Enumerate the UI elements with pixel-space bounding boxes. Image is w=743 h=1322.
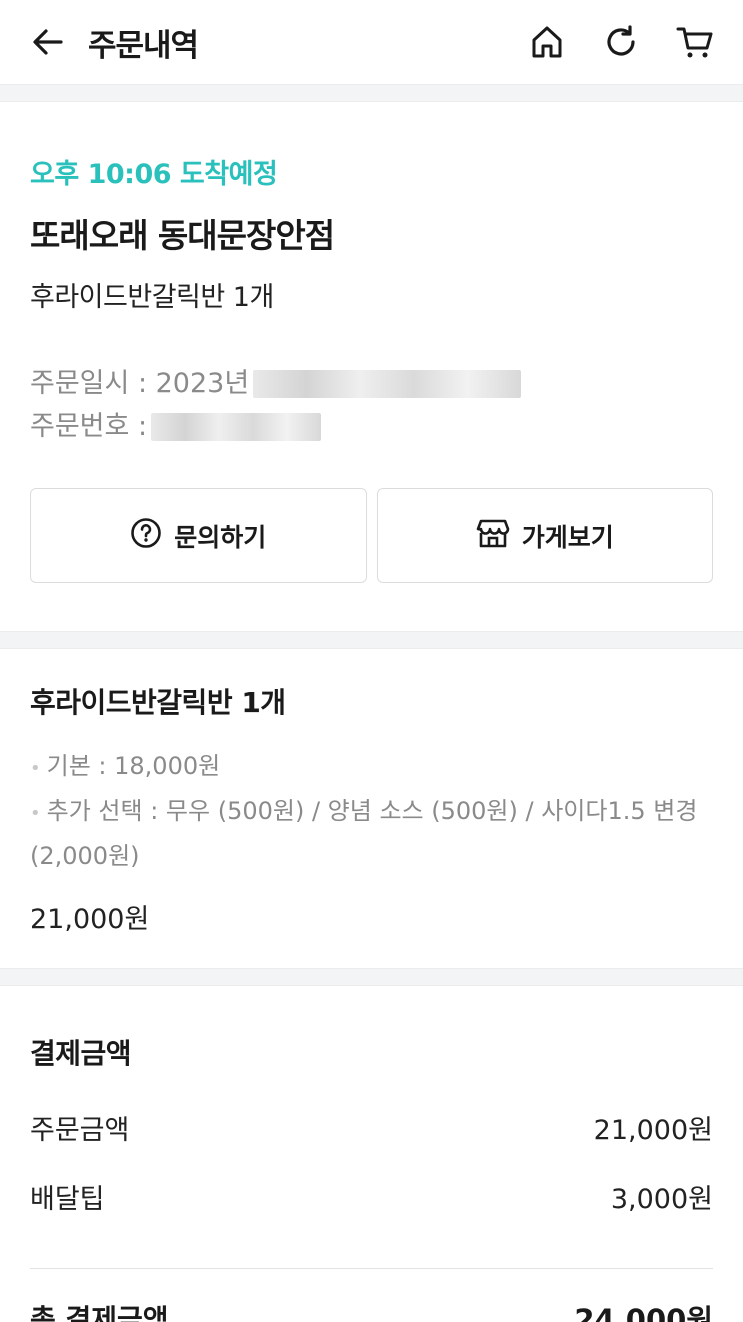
bullet-icon: • [30,758,41,779]
item-options: • 기본 : 18,000원 • 추가 선택 : 무우 (500원) / 양념 소스… [30,745,713,877]
store-icon [476,517,510,555]
eta-text: 오후 10:06 도착예정 [30,159,278,190]
item-base-price: 기본 : 18,000원 [46,752,221,780]
order-meta: 주문일시 : 2023년 주문번호 : [30,362,713,448]
item-detail-section: 후라이드반갈릭반 1개 • 기본 : 18,000원 • 추가 선택 : 무우 (5… [0,649,743,968]
bullet-icon: • [30,803,41,824]
item-name: 후라이드반갈릭반 1개 [30,686,286,719]
payment-row-value: 3,000원 [610,1184,713,1215]
order-date-label: 주문일시 : 2023년 [30,368,250,399]
payment-row-label: 주문금액 [30,1115,130,1146]
redacted-date [253,369,522,398]
payment-title: 결제금액 [30,1037,132,1070]
payment-row: 주문금액 21,000원 [30,1108,713,1147]
payment-row-label: 배달팁 [30,1184,105,1215]
order-summary-text: 후라이드반갈릭반 1개 [30,282,274,313]
question-circle-icon [130,517,162,555]
inquiry-button[interactable]: 문의하기 [30,488,367,583]
section-separator [0,84,743,102]
section-separator [0,631,743,649]
order-summary-section: 오후 10:06 도착예정 또래오래 동대문장안점 후라이드반갈릭반 1개 주문… [0,102,743,631]
total-label: 총 결제금액 [30,1303,169,1322]
payment-section: 결제금액 주문금액 21,000원 배달팁 3,000원 총 결제금액 24,0… [0,986,743,1322]
back-arrow-icon[interactable] [30,24,66,60]
page-title: 주문내역 [88,27,199,64]
refresh-icon[interactable] [601,22,641,62]
home-icon[interactable] [527,22,567,62]
total-amount: 24,000원 [574,1303,713,1322]
view-store-button[interactable]: 가게보기 [376,488,713,583]
item-price: 21,000원 [30,904,150,935]
inquiry-button-label: 문의하기 [174,522,267,552]
payment-row: 배달팁 3,000원 [30,1177,713,1216]
cart-icon[interactable] [675,22,715,62]
top-bar: 주문내역 [0,0,743,84]
store-name: 또래오래 동대문장안점 [30,216,335,255]
item-added-options: 추가 선택 : 무우 (500원) / 양념 소스 (500원) / 사이다1.… [30,797,698,870]
section-separator [0,968,743,986]
total-row: 총 결제금액 24,000원 [30,1269,713,1322]
redacted-order-number [151,412,322,441]
order-number-label: 주문번호 : [30,411,148,442]
payment-row-value: 21,000원 [593,1115,713,1146]
view-store-button-label: 가게보기 [521,522,614,552]
